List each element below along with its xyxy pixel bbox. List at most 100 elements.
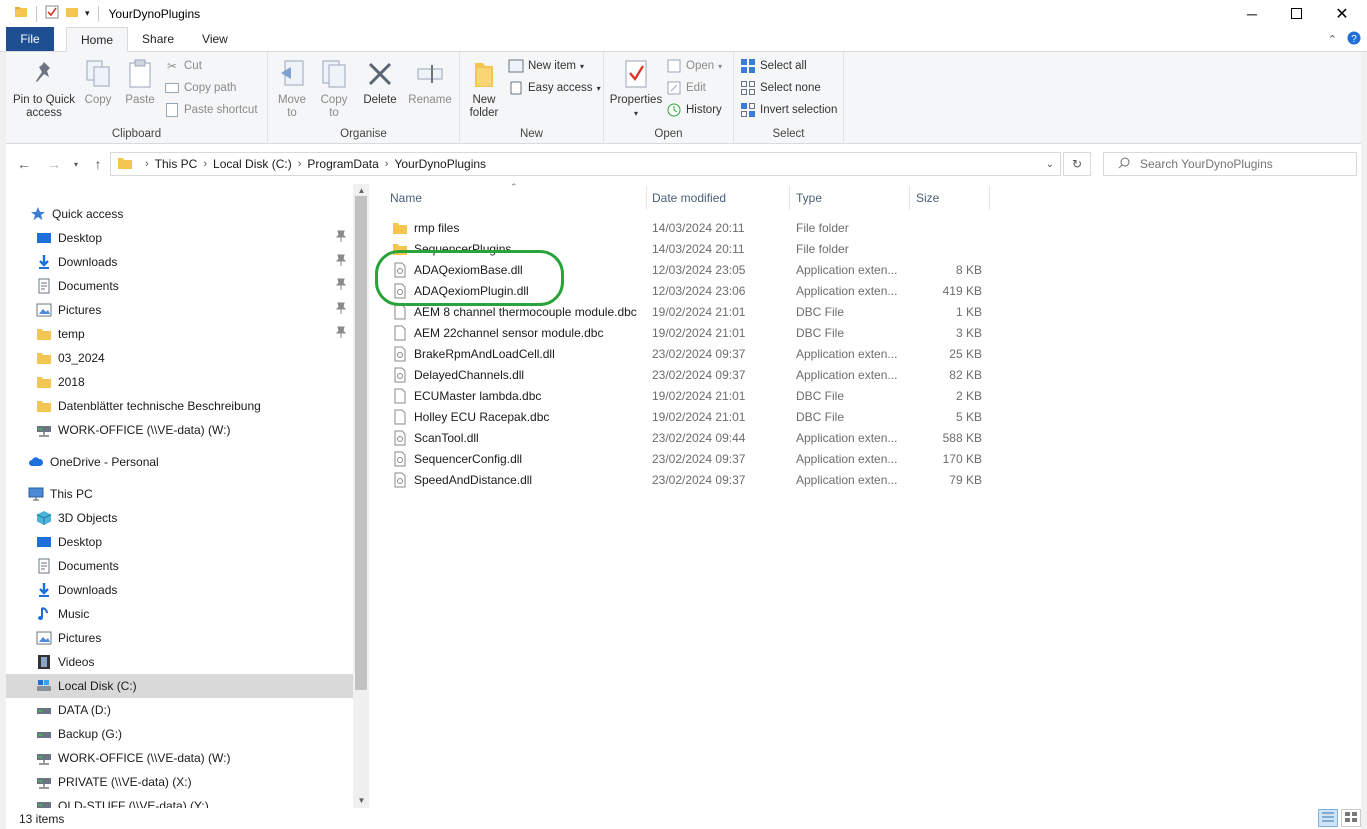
tab-view[interactable]: View	[188, 27, 242, 51]
nav-item-nav-pc_items-8[interactable]: DATA (D:)	[6, 698, 353, 722]
search-box[interactable]	[1103, 152, 1357, 176]
pinned-icon[interactable]	[335, 326, 348, 340]
nav-scrollbar[interactable]: ▲ ▼	[353, 184, 369, 810]
help-icon[interactable]: ?	[1347, 31, 1361, 48]
scroll-down-arrow-icon[interactable]: ▼	[353, 794, 369, 806]
cut-button[interactable]: ✂ Cut	[164, 57, 202, 75]
refresh-button[interactable]: ↻	[1063, 152, 1091, 176]
nav-item-nav-quick_items-4[interactable]: temp	[6, 322, 353, 346]
nav-item-nav-quick_items-2[interactable]: Documents	[6, 274, 353, 298]
nav-item-nav-quick_items-3[interactable]: Pictures	[6, 298, 353, 322]
column-header-size[interactable]: Size	[911, 186, 989, 210]
breadcrumb-local-disk[interactable]: Local Disk (C:)	[213, 157, 292, 171]
netdrive-icon	[36, 750, 52, 766]
history-label: History	[686, 104, 722, 116]
file-row[interactable]: ScanTool.dll 23/02/2024 09:44 Application …	[380, 427, 990, 448]
pinned-icon[interactable]	[335, 302, 348, 316]
nav-item-this_pc[interactable]: This PC	[6, 482, 353, 506]
nav-item-nav-quick_items-0[interactable]: Desktop	[6, 226, 353, 250]
collapse-ribbon-icon[interactable]: ⌃	[1328, 33, 1337, 46]
nav-item-nav-pc_items-9[interactable]: Backup (G:)	[6, 722, 353, 746]
copy-to-button[interactable]: Copy to	[314, 58, 354, 120]
nav-item-nav-quick_items-8[interactable]: WORK-OFFICE (\\VE-data) (W:)	[6, 418, 353, 442]
pin-to-quick-access-button[interactable]: Pin to Quick access	[10, 58, 78, 120]
column-header-date[interactable]: Date modified	[647, 186, 789, 210]
move-to-button[interactable]: Move to	[272, 58, 312, 120]
delete-button[interactable]: Delete	[358, 58, 402, 107]
nav-item-nav-pc_items-5[interactable]: Pictures	[6, 626, 353, 650]
breadcrumb-yourdynoplugins[interactable]: YourDynoPlugins	[394, 157, 486, 171]
file-row[interactable]: SpeedAndDistance.dll 23/02/2024 09:37 Appl…	[380, 469, 990, 490]
pinned-icon[interactable]	[335, 254, 348, 268]
edit-button[interactable]: Edit	[666, 79, 706, 97]
select-none-button[interactable]: Select none	[740, 79, 821, 97]
pinned-icon[interactable]	[335, 278, 348, 292]
file-row[interactable]: Holley ECU Racepak.dbc 19/02/2024 21:01 DB…	[380, 406, 990, 427]
nav-item-nav-quick_items-1[interactable]: Downloads	[6, 250, 353, 274]
new-item-button[interactable]: New item ▾	[508, 57, 584, 75]
close-button[interactable]: ✕	[1319, 0, 1365, 27]
tab-file[interactable]: File	[6, 27, 54, 51]
file-row[interactable]: SequencerConfig.dll 23/02/2024 09:37 Appli…	[380, 448, 990, 469]
tab-share[interactable]: Share	[128, 27, 188, 51]
nav-item-nav-pc_items-10[interactable]: WORK-OFFICE (\\VE-data) (W:)	[6, 746, 353, 770]
select-all-button[interactable]: Select all	[740, 57, 807, 75]
minimize-button[interactable]: ─	[1229, 0, 1275, 27]
nav-scrollbar-thumb[interactable]	[355, 196, 367, 690]
column-header-name[interactable]: Name	[385, 186, 648, 210]
breadcrumb-programdata[interactable]: ProgramData	[307, 157, 378, 171]
column-header-type[interactable]: Type	[791, 186, 909, 210]
tab-home[interactable]: Home	[66, 27, 129, 52]
nav-item-onedrive[interactable]: OneDrive - Personal	[6, 450, 353, 474]
forward-arrow-icon[interactable]: →	[44, 154, 64, 174]
nav-item-quick_access[interactable]: Quick access	[6, 202, 353, 226]
nav-item-nav-pc_items-3[interactable]: Downloads	[6, 578, 353, 602]
breadcrumb-chevron-icon[interactable]: ›	[385, 158, 389, 170]
rename-button[interactable]: Rename	[406, 58, 454, 107]
file-row[interactable]: AEM 22channel sensor module.dbc 19/02/202…	[380, 322, 990, 343]
properties-check-icon[interactable]	[45, 5, 59, 22]
nav-item-nav-pc_items-1[interactable]: Desktop	[6, 530, 353, 554]
nav-item-nav-pc_items-4[interactable]: Music	[6, 602, 353, 626]
file-row[interactable]: rmp files 14/03/2024 20:11 File folder	[380, 217, 990, 238]
back-arrow-icon[interactable]: ←	[14, 154, 34, 174]
paste-button[interactable]: Paste	[120, 58, 160, 107]
nav-item-nav-quick_items-7[interactable]: Datenblätter technische Beschreibung	[6, 394, 353, 418]
address-dropdown-icon[interactable]: ⌄	[1046, 159, 1054, 170]
breadcrumb-chevron-icon[interactable]: ›	[145, 158, 149, 170]
nav-item-nav-quick_items-5[interactable]: 03_2024	[6, 346, 353, 370]
breadcrumb-this-pc[interactable]: This PC	[155, 157, 198, 171]
up-arrow-icon[interactable]: ↑	[88, 154, 108, 174]
large-icons-view-button[interactable]	[1341, 809, 1361, 827]
file-row[interactable]: BrakeRpmAndLoadCell.dll 23/02/2024 09:37 A…	[380, 343, 990, 364]
breadcrumb-chevron-icon[interactable]: ›	[203, 158, 207, 170]
file-row[interactable]: ECUMaster lambda.dbc 19/02/2024 21:01 DBC …	[380, 385, 990, 406]
nav-item-nav-pc_items-6[interactable]: Videos	[6, 650, 353, 674]
open-button[interactable]: Open ▾	[666, 57, 722, 75]
nav-item-nav-pc_items-2[interactable]: Documents	[6, 554, 353, 578]
copy-path-button[interactable]: Copy path	[164, 79, 236, 97]
copy-button[interactable]: Copy	[78, 58, 118, 107]
title-bar[interactable]: ▾ YourDynoPlugins ─ ✕	[0, 0, 1367, 27]
nav-item-nav-pc_items-0[interactable]: 3D Objects	[6, 506, 353, 530]
nav-item-nav-quick_items-6[interactable]: 2018	[6, 370, 353, 394]
nav-item-nav-pc_items-7[interactable]: Local Disk (C:)	[6, 674, 353, 698]
search-input[interactable]	[1140, 157, 1340, 171]
easy-access-button[interactable]: Easy access ▾	[508, 79, 601, 97]
new-folder-button[interactable]: New folder	[464, 58, 504, 120]
recent-locations-chevron-icon[interactable]: ▾	[66, 154, 86, 174]
properties-button[interactable]: Properties ▾	[608, 58, 664, 120]
history-button[interactable]: History	[666, 101, 722, 119]
nav-item-nav-pc_items-11[interactable]: PRIVATE (\\VE-data) (X:)	[6, 770, 353, 794]
quick-access-dropdown-icon[interactable]: ▾	[85, 8, 90, 19]
new-folder-quick-icon[interactable]	[65, 5, 79, 22]
maximize-button[interactable]	[1273, 0, 1319, 27]
details-view-button[interactable]	[1318, 809, 1338, 827]
scroll-up-arrow-icon[interactable]: ▲	[353, 184, 369, 196]
breadcrumb-chevron-icon[interactable]: ›	[298, 158, 302, 170]
pinned-icon[interactable]	[335, 230, 348, 244]
address-bar[interactable]: › This PC › Local Disk (C:) › ProgramDat…	[110, 152, 1061, 176]
file-row[interactable]: DelayedChannels.dll 23/02/2024 09:37 Appli…	[380, 364, 990, 385]
paste-shortcut-button[interactable]: Paste shortcut	[164, 101, 258, 119]
invert-selection-button[interactable]: Invert selection	[740, 101, 837, 119]
